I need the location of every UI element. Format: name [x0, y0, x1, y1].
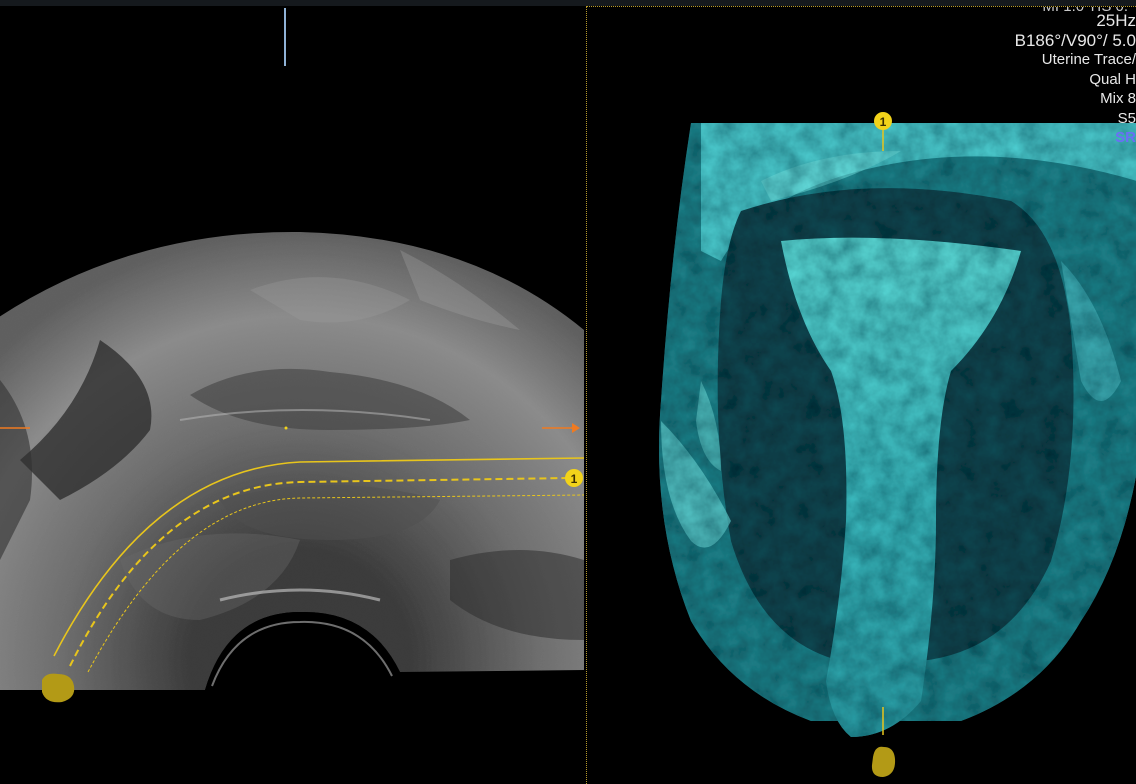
render-orientation-icon — [871, 746, 896, 777]
info-quality: Qual H — [1089, 70, 1136, 88]
left-ultrasound-view[interactable]: 1 — [0, 6, 584, 784]
b-mode-image: 1 — [0, 8, 584, 703]
right-3d-render-view[interactable]: 1 MI 1.0 TIS 0. 25Hz B186°/V90°/ 5.0 Ute… — [586, 6, 1136, 784]
marker-number: 1 — [571, 472, 578, 486]
info-top-partial: MI 1.0 TIS 0. — [1042, 6, 1128, 15]
render-marker-number: 1 — [880, 115, 887, 129]
center-point — [284, 426, 288, 430]
info-angles: B186°/V90°/ 5.0 — [1014, 30, 1136, 50]
info-setting: S5 — [1117, 109, 1136, 127]
info-mode: SR — [1115, 129, 1136, 146]
trace-marker-1[interactable]: 1 — [565, 469, 583, 487]
info-preset: Uterine Trace/ — [1041, 51, 1136, 68]
info-mix: Mix 8 — [1100, 90, 1136, 107]
probe-orientation-icon — [42, 673, 75, 703]
acquisition-info-panel: MI 1.0 TIS 0. 25Hz B186°/V90°/ 5.0 Uteri… — [956, 6, 1136, 148]
